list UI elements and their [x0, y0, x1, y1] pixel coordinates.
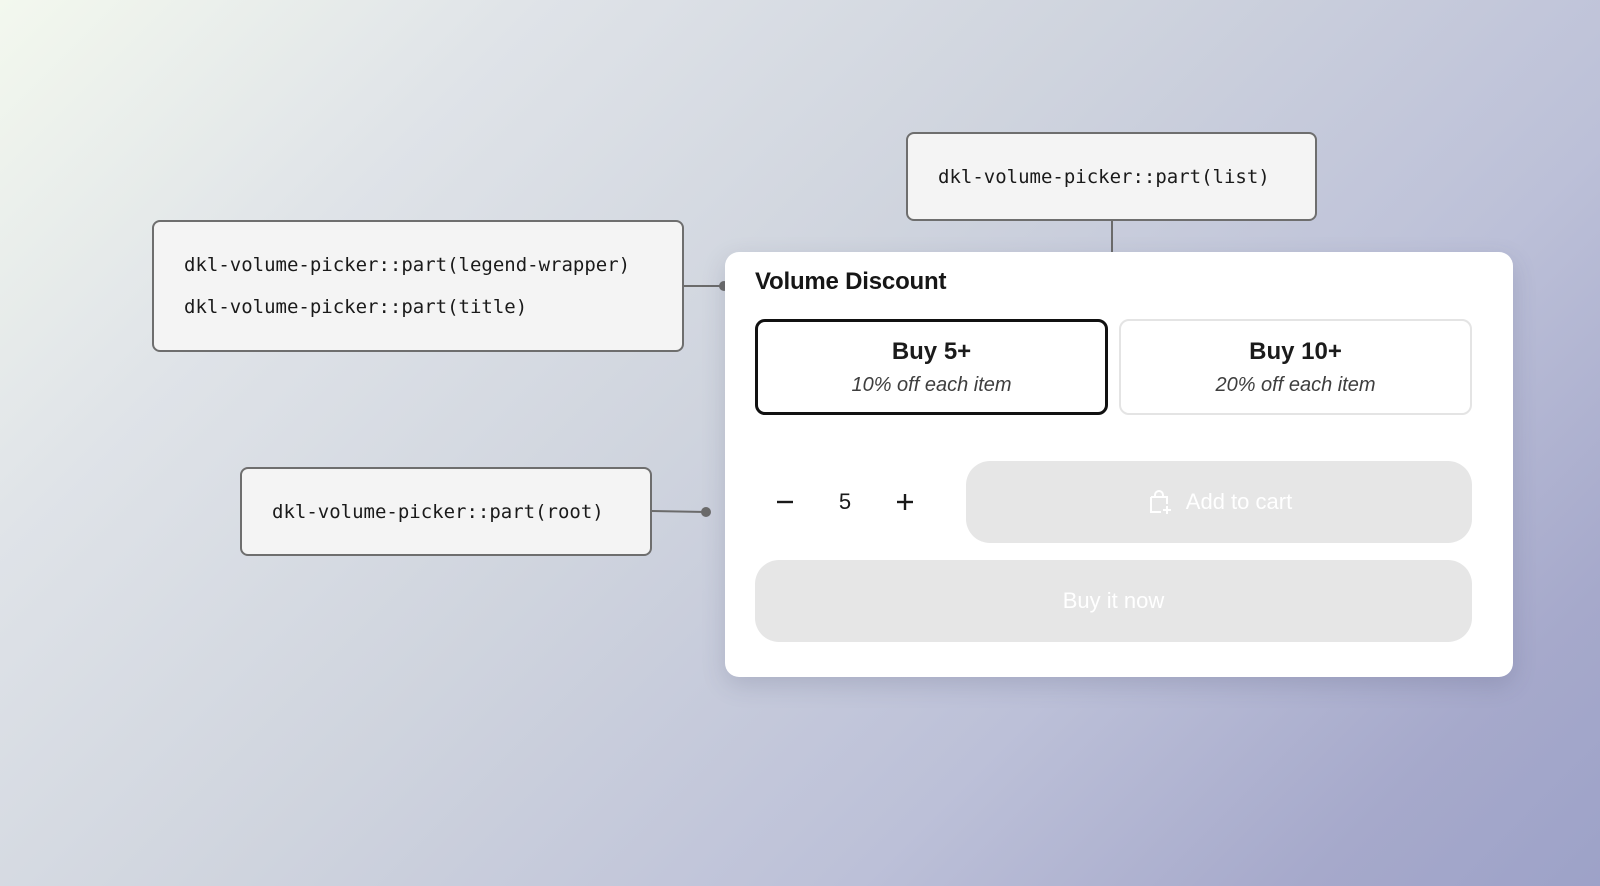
option-description: 10% off each item [851, 373, 1012, 396]
annotation-title-text: dkl-volume-picker::part(title) [184, 296, 528, 318]
annotation-legend-wrapper-text: dkl-volume-picker::part(legend-wrapper) [184, 254, 631, 276]
annotation-list: dkl-volume-picker::part(list) [906, 132, 1317, 221]
quantity-stepper: 5 [755, 462, 935, 542]
decrement-button[interactable] [755, 472, 815, 532]
buy-it-now-button[interactable]: Buy it now [755, 560, 1472, 642]
volume-picker-card: Volume Discount Buy 5+ 10% off each item… [725, 252, 1513, 677]
add-to-cart-button[interactable]: Add to cart [966, 461, 1472, 543]
root-connector-line [651, 510, 707, 513]
buy-it-now-label: Buy it now [1062, 588, 1165, 613]
annotation-legend-wrapper: dkl-volume-picker::part(legend-wrapper) … [152, 220, 684, 352]
plus-icon [897, 494, 913, 510]
option-buy-10[interactable]: Buy 10+ 20% off each item [1119, 319, 1472, 415]
option-label: Buy 5+ [891, 337, 972, 365]
root-connector-dot [701, 507, 711, 517]
increment-button[interactable] [875, 472, 935, 532]
annotation-list-text: dkl-volume-picker::part(list) [938, 165, 1270, 188]
option-label: Buy 10+ [1249, 337, 1342, 365]
annotation-root-text: dkl-volume-picker::part(root) [272, 500, 604, 523]
volume-discount-title: Volume Discount [755, 268, 947, 295]
shopping-bag-plus-icon [1146, 488, 1174, 516]
option-buy-5[interactable]: Buy 5+ 10% off each item [755, 319, 1108, 415]
quantity-value[interactable]: 5 [815, 489, 875, 515]
annotation-root: dkl-volume-picker::part(root) [240, 467, 652, 556]
minus-icon [777, 500, 793, 504]
option-description: 20% off each item [1215, 373, 1376, 396]
add-to-cart-label: Add to cart [1185, 489, 1293, 514]
